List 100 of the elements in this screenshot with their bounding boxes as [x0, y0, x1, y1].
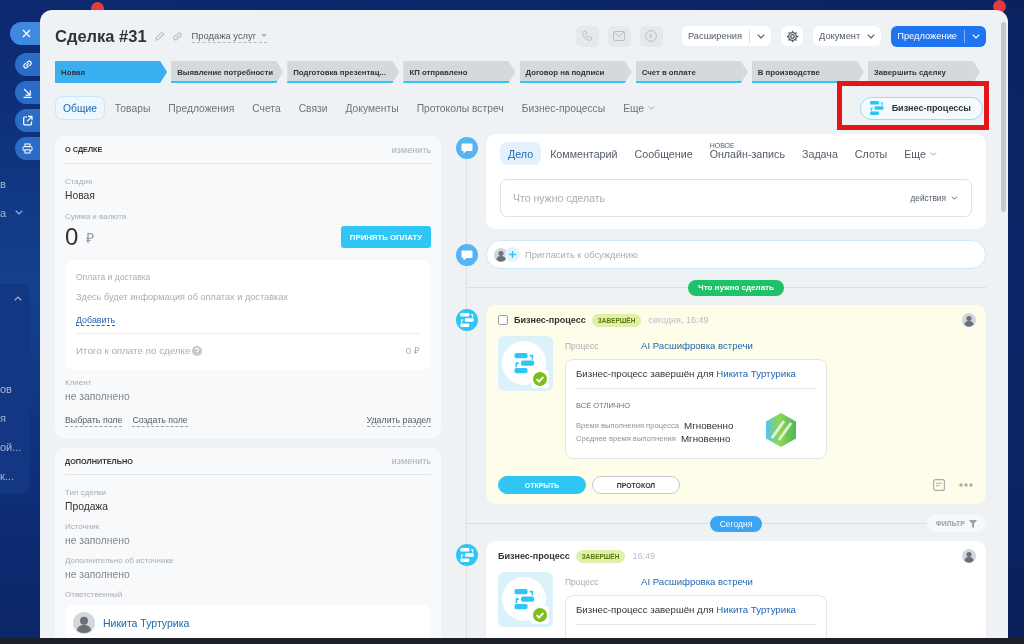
- result-text: Бизнес-процесс завершён для Никита Туртурика: [576, 367, 797, 381]
- field-label: Тип сделки: [65, 487, 108, 499]
- settings-button[interactable]: [781, 26, 803, 46]
- person-link[interactable]: Никита Туртурика: [103, 617, 190, 629]
- field-value: не заполнено: [65, 390, 131, 404]
- chat-icon: [645, 30, 658, 42]
- chevron-down-icon: [867, 33, 876, 39]
- field-value: не заполнено: [65, 568, 131, 582]
- process-icon: [869, 101, 884, 115]
- avatar: [962, 549, 976, 563]
- mail-icon: [613, 30, 626, 42]
- person-link[interactable]: Никита Туртурика: [716, 604, 796, 615]
- tab[interactable]: Предложения: [160, 96, 243, 120]
- checkbox[interactable]: [498, 315, 508, 325]
- chevron-down-icon: [929, 151, 937, 156]
- add-user-icon: [505, 247, 520, 262]
- total-value: 0 ₽: [405, 344, 420, 358]
- chevron-down-icon: [757, 33, 765, 39]
- download-button[interactable]: [15, 81, 40, 104]
- chat-icon: [456, 137, 478, 159]
- field-link[interactable]: Создать поле: [132, 414, 188, 427]
- print-button[interactable]: [15, 137, 40, 160]
- box-title: Оплата и доставка: [76, 271, 152, 284]
- chevron-down-icon: [15, 210, 24, 215]
- tab[interactable]: Сообщение: [626, 142, 701, 165]
- pencil-icon: [154, 31, 165, 41]
- stat-value: Мгновенно: [680, 433, 731, 444]
- external-link-icon: [22, 115, 33, 126]
- extensions-button[interactable]: Расширения: [681, 26, 771, 46]
- field-label: Сумма и валюта: [65, 211, 128, 223]
- tab[interactable]: Комментарий: [542, 142, 626, 165]
- currency-sign: ₽: [86, 228, 95, 247]
- tab[interactable]: Еще: [896, 142, 945, 165]
- tab[interactable]: Счета: [244, 96, 289, 120]
- menu-item[interactable]: в: [0, 177, 6, 190]
- tab[interactable]: Протоколы встреч: [408, 96, 512, 120]
- menu-item[interactable]: а: [0, 206, 7, 219]
- delete-section-link[interactable]: Удалить раздел: [366, 414, 431, 427]
- entry-title: Бизнес-процесс: [514, 315, 586, 325]
- date-pill: Сегодня: [709, 515, 763, 532]
- process-link[interactable]: AI Расшифровка встречи: [641, 576, 753, 587]
- phone-icon: [581, 30, 594, 42]
- result-text: Бизнес-процесс завершён для Никита Туртурика: [576, 603, 797, 617]
- copy-link-button[interactable]: [15, 53, 40, 76]
- actions-dropdown[interactable]: действия: [910, 192, 958, 204]
- settings-icon: [785, 29, 799, 43]
- menu-item[interactable]: к...: [0, 469, 14, 482]
- process-icon: [456, 309, 478, 331]
- tab[interactable]: Общие: [55, 96, 105, 120]
- offer-button[interactable]: Предложение: [891, 25, 986, 47]
- process-link[interactable]: AI Расшифровка встречи: [641, 340, 753, 351]
- tab[interactable]: Документы: [337, 96, 407, 120]
- chevron-down-icon: [648, 106, 656, 110]
- scrollbar[interactable]: [1001, 22, 1006, 212]
- invite-field[interactable]: Пригласить к обсуждению: [486, 240, 986, 269]
- tab[interactable]: Товары: [106, 96, 159, 120]
- document-button[interactable]: Документ: [813, 26, 882, 46]
- tab[interactable]: Слоты: [846, 142, 896, 165]
- more-icon: [959, 483, 973, 487]
- total-label: Итого к оплате по сделке: [76, 344, 191, 358]
- tab[interactable]: Бизнес-процессы: [513, 96, 614, 120]
- field-value: не заполнено: [65, 534, 131, 548]
- tab[interactable]: Задача: [794, 142, 846, 165]
- category-dropdown[interactable]: Продажа услуг: [191, 29, 268, 43]
- field-value: Новая: [65, 189, 96, 203]
- note-icon: [933, 479, 945, 491]
- avatar: [73, 612, 95, 634]
- chevron-down-icon: [951, 196, 958, 200]
- entry-title: Бизнес-процесс: [498, 551, 570, 561]
- process-done-icon: [498, 336, 553, 391]
- more-button[interactable]: [959, 483, 973, 487]
- menu-item[interactable]: я: [0, 411, 6, 424]
- field-label: Стадия: [65, 176, 94, 188]
- person-link[interactable]: Никита Туртурика: [716, 368, 796, 379]
- tab[interactable]: Еще: [615, 96, 664, 120]
- edit-button[interactable]: [154, 31, 165, 41]
- menu-item[interactable]: ов: [0, 382, 12, 395]
- tab[interactable]: Связи: [290, 96, 336, 120]
- tab[interactable]: Дело: [500, 142, 542, 165]
- add-link[interactable]: Добавить: [76, 315, 116, 326]
- deal-title: Сделка #31: [55, 26, 147, 46]
- chevron-down-icon: [972, 33, 980, 39]
- open-external-button[interactable]: [15, 109, 40, 132]
- field-label: Дополнительно об источнике: [65, 555, 175, 567]
- field-label: Клиент: [65, 377, 93, 389]
- arrow-icon: [22, 87, 33, 98]
- note-button[interactable]: [933, 479, 945, 491]
- info-text: Здесь будет информация об оплатах и доставках: [76, 291, 289, 304]
- business-process-button[interactable]: Бизнес-процессы: [859, 96, 983, 120]
- field-label: Ответственный: [65, 589, 124, 601]
- caret-icon: [261, 33, 268, 37]
- menu-item[interactable]: ой...: [0, 440, 22, 453]
- printer-icon: [22, 143, 33, 154]
- close-icon: [21, 28, 32, 39]
- close-button[interactable]: [10, 22, 40, 45]
- field-link[interactable]: Выбрать поле: [65, 414, 123, 427]
- entry-time: 16:49: [632, 551, 655, 561]
- field-label: Процесс: [565, 576, 600, 587]
- process-icon: [456, 544, 478, 566]
- field-value: Продажа: [65, 500, 109, 514]
